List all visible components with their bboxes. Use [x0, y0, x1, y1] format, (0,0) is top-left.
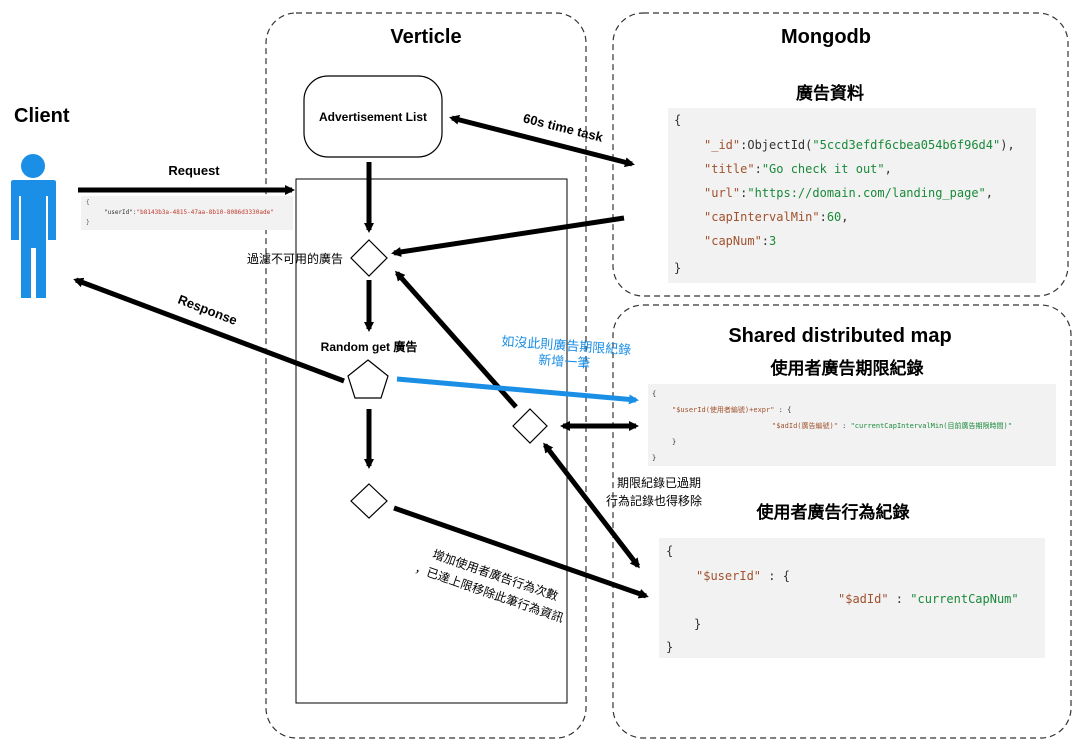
behavior-record-close: } [666, 640, 673, 654]
expired-label-1: 期限紀錄已過期 [617, 475, 701, 490]
architecture-diagram: Client Verticle Mongodb Shared distribut… [0, 0, 1079, 751]
behavior-record-key-line: "$userId" : { [696, 569, 790, 583]
person-icon [11, 154, 56, 298]
check-diamond [512, 408, 548, 444]
random-label: Random get 廣告 [321, 339, 418, 354]
request-payload-close: } [86, 219, 90, 226]
cap-record-key-line: "$userId(使用者編號)+expr" : { [672, 405, 791, 414]
cap-record-close: } [652, 454, 656, 462]
mongo-line-title: "title":"Go check it out", [704, 162, 892, 176]
advertisement-list-label: Advertisement List [319, 110, 427, 124]
request-payload-line: "userId":"b8143b3a-4815-47aa-8b10-8086d3… [104, 209, 274, 216]
cap-record-inner-close: } [672, 438, 676, 446]
cap-record-heading: 使用者廣告期限紀錄 [770, 358, 924, 378]
mongo-line-close: } [674, 261, 681, 275]
mongo-line-capnum: "capNum":3 [704, 234, 776, 248]
mongo-line-id: "_id":ObjectId("5ccd3efdf6cbea054b6f96d4… [704, 138, 1015, 152]
behavior-record-open: { [666, 544, 673, 558]
expired-label-2: 行為記錄也得移除 [606, 493, 702, 508]
create-record-arrow [396, 376, 639, 405]
mongo-line-url: "url":"https://domain.com/landing_page", [704, 186, 993, 200]
client-title: Client [14, 105, 70, 127]
filter-label: 過濾不可用的廣告 [247, 251, 343, 266]
shared-map-title: Shared distributed map [728, 325, 951, 347]
response-arrow [73, 277, 345, 384]
cap-record-open: { [652, 390, 656, 398]
filter-diamond [350, 239, 388, 277]
request-label: Request [168, 163, 220, 178]
diagram-canvas: Client Verticle Mongodb Shared distribut… [11, 12, 1072, 739]
mongo-line-open: { [674, 113, 681, 127]
behavior-record-inner-close: } [694, 617, 701, 631]
mongodb-title: Mongodb [781, 26, 871, 48]
behavior-record-heading: 使用者廣告行為紀錄 [756, 502, 910, 522]
request-payload-open: { [86, 199, 90, 206]
update-diamond [350, 483, 388, 519]
mongo-line-capinterval: "capIntervalMin":60, [704, 210, 849, 224]
cap-record-inner-line: "$adId(廣告編號)" : "currentCapIntervalMin(目… [772, 421, 1012, 430]
mongo-to-filter-arrow [391, 215, 625, 257]
random-pentagon [347, 359, 389, 399]
behavior-record-inner-line: "$adId" : "currentCapNum" [838, 592, 1019, 606]
mongo-heading: 廣告資料 [796, 83, 864, 103]
verticle-title: Verticle [390, 26, 461, 48]
